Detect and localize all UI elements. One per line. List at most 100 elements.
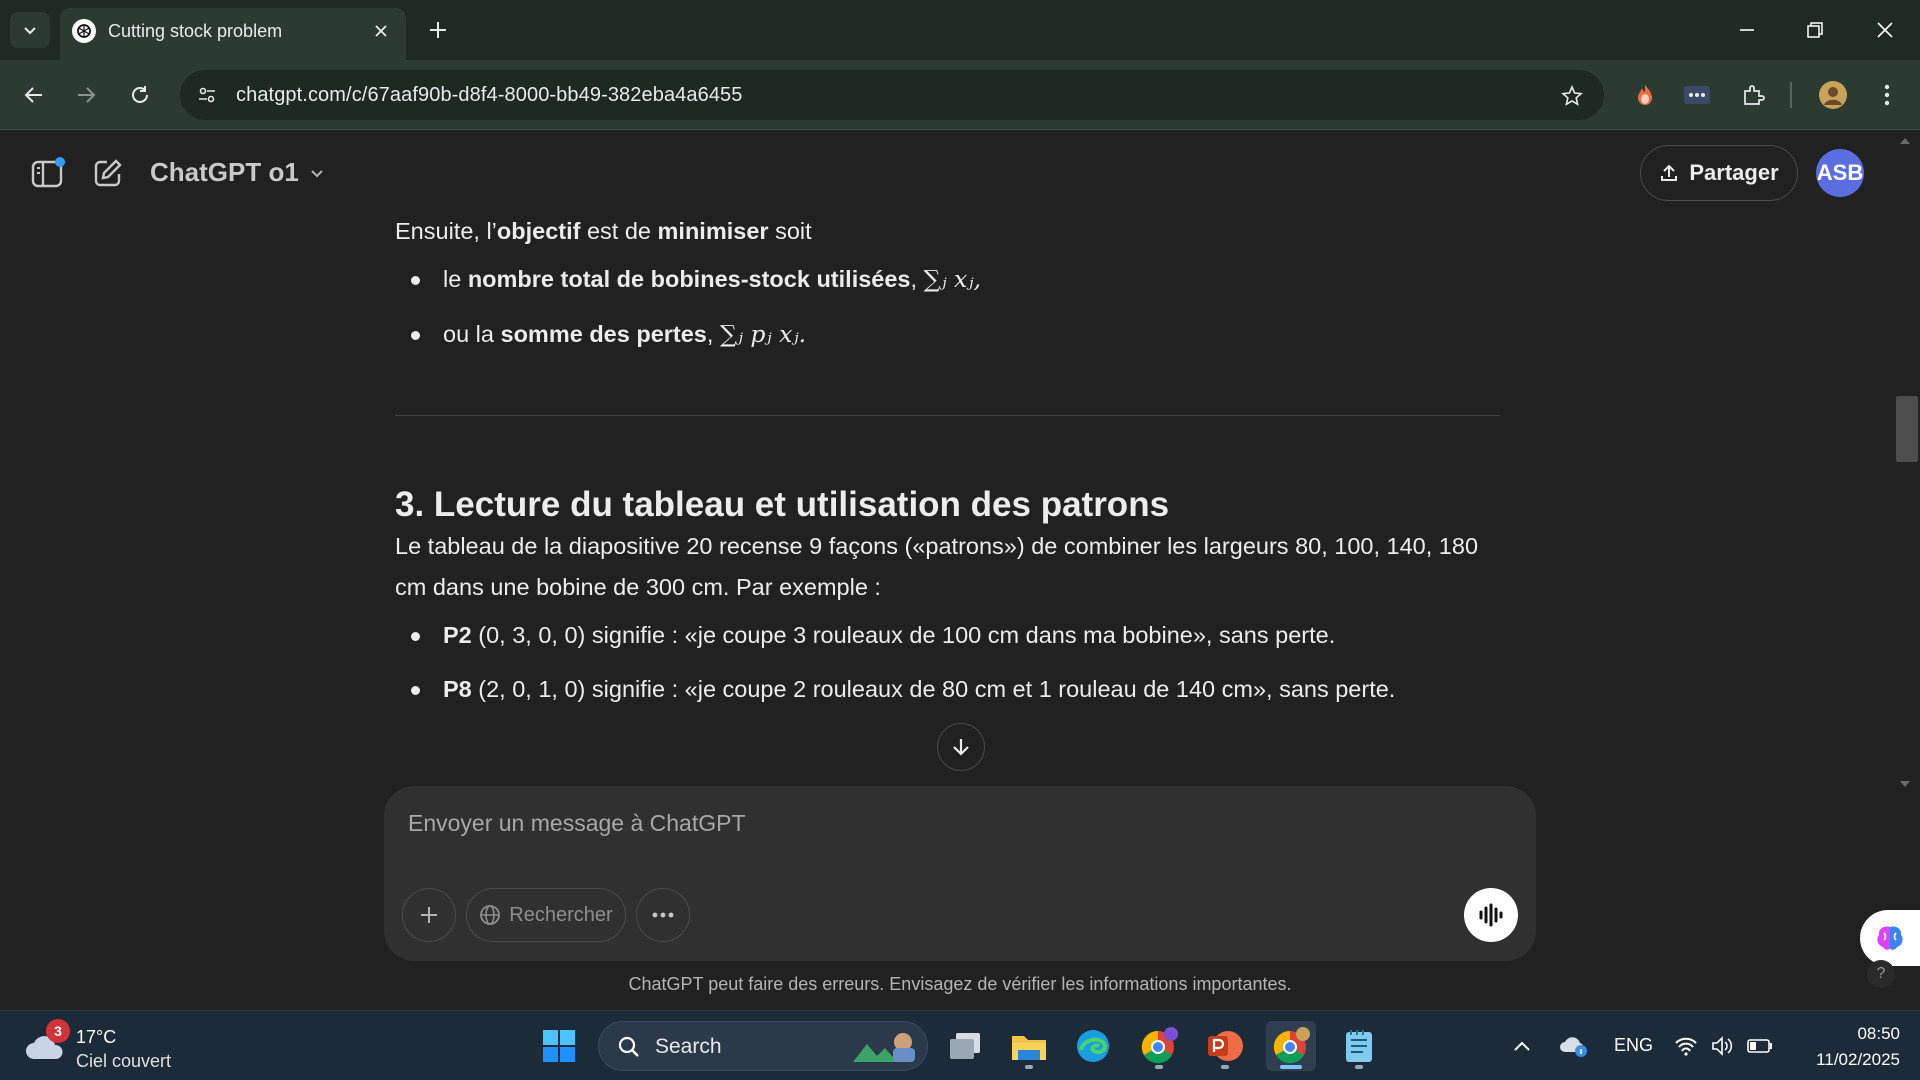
item-bold: nombre total de bobines-stock utilisées [467,266,911,293]
task-view-icon [950,1033,980,1059]
wifi-tray-icon[interactable] [1666,1021,1706,1071]
bookmark-star-icon[interactable] [1558,82,1586,110]
battery-tray-icon[interactable] [1742,1021,1778,1071]
show-hidden-icons-button[interactable] [1502,1021,1542,1071]
disclaimer-text: ChatGPT peut faire des erreurs. Envisage… [628,974,1292,994]
more-tools-button[interactable] [636,888,690,942]
tab-search-button[interactable] [10,12,50,48]
address-bar[interactable]: chatgpt.com/c/67aaf90b-d8f4-8000-bb49-38… [180,70,1604,120]
weather-widget[interactable]: 3 17°C Ciel couvert [24,1019,194,1073]
profile-avatar-icon[interactable] [1814,76,1852,114]
browser-toolbar: chatgpt.com/c/67aaf90b-d8f4-8000-bb49-38… [0,60,1920,130]
onedrive-tray-icon[interactable] [1552,1021,1596,1071]
volume-tray-icon[interactable] [1704,1021,1740,1071]
voice-mode-button[interactable] [1464,888,1518,942]
chrome-menu-button[interactable] [1868,76,1906,114]
list-item: le nombre total de bobines-stock utilisé… [395,258,1500,300]
scrollbar-down-arrow[interactable] [1900,781,1910,787]
message-composer[interactable]: Envoyer un message à ChatGPT Rechercher [384,786,1536,961]
sidebar-toggle-button[interactable] [26,151,70,195]
reload-button[interactable] [120,75,160,115]
plus-icon [421,907,437,923]
user-avatar[interactable]: ASB [1816,149,1864,197]
minimize-icon [1740,29,1754,31]
item-text: ou la [443,320,501,347]
taskbar-file-explorer[interactable] [1004,1021,1054,1071]
search-icon [618,1036,639,1057]
running-indicator [1280,1065,1302,1069]
model-selector[interactable]: ChatGPT o1 [150,157,325,188]
new-chat-button[interactable] [86,151,130,195]
task-view-button[interactable] [940,1021,990,1071]
arrow-right-icon [78,87,96,103]
share-button[interactable]: Partager [1640,145,1798,201]
new-tab-button[interactable] [420,12,456,48]
close-icon [1877,22,1893,38]
system-clock[interactable]: 08:50 11/02/2025 [1780,1021,1900,1072]
wifi-icon [1675,1037,1697,1056]
running-indicator [1025,1065,1033,1069]
taskbar-chrome-profile-p[interactable] [1134,1021,1184,1071]
model-name: ChatGPT o1 [150,157,299,187]
extensions-puzzle-icon[interactable] [1734,76,1772,114]
pattern-text: (2, 0, 1, 0) signifie : «je coupe 2 roul… [478,676,1396,703]
language-indicator[interactable]: ENG [1614,1035,1653,1056]
edit-icon [94,159,122,187]
taskbar-search-label: Search [655,1035,722,1058]
openai-logo-icon [72,19,96,43]
message-input[interactable]: Envoyer un message à ChatGPT [408,810,746,837]
kebab-menu-icon [1884,84,1890,106]
taskbar-chrome-active[interactable] [1266,1021,1316,1071]
windows-logo-icon [543,1030,575,1062]
voice-wave-icon [1479,903,1503,927]
brain-icon [1877,926,1903,950]
scroll-to-bottom-button[interactable] [937,723,985,771]
section-paragraph: Le tableau de la diapositive 20 recense … [395,532,1479,601]
forward-button[interactable] [66,75,106,115]
section-heading: 3. Lecture du tableau et utilisation des… [395,484,1170,524]
weather-badge: 3 [46,1019,70,1043]
math-formula: ∑ⱼ xⱼ, [923,265,981,294]
extension-dots-icon[interactable] [1678,76,1716,114]
scrollbar-up-arrow[interactable] [1900,138,1910,144]
tab-close-button[interactable] [368,18,394,44]
taskbar-powerpoint[interactable] [1200,1021,1250,1071]
site-info-icon[interactable] [192,80,222,110]
back-button[interactable] [14,75,54,115]
upload-icon [1661,164,1678,181]
item-bold: somme des pertes [500,320,707,347]
reload-icon [132,86,148,103]
browser-tabstrip: Cutting stock problem [0,0,1920,60]
restore-button[interactable] [1792,10,1838,50]
pattern-label: P8 [443,676,472,703]
assistant-message: Ensuite, l’objectif est de minimiser soi… [395,210,1500,770]
list-item: P2 (0, 3, 0, 0) signifie : «je coupe 3 r… [395,614,1500,656]
minimize-button[interactable] [1724,10,1770,50]
tab-title: Cutting stock problem [108,21,283,41]
intro-text: soit [768,218,812,244]
cloud-info-icon [1560,1037,1587,1057]
taskbar-edge[interactable] [1068,1021,1118,1071]
extension-fire-icon[interactable] [1626,76,1664,114]
intro-bold-objectif: objectif [496,218,581,244]
browser-tab-active[interactable]: Cutting stock problem [60,8,406,60]
search-web-button[interactable]: Rechercher [466,888,626,942]
item-text: le [443,266,468,293]
close-icon [375,25,387,37]
help-button[interactable]: ? [1867,960,1895,988]
volume-icon [1712,1036,1733,1056]
powerpoint-icon [1208,1031,1243,1061]
sidebar-icon [31,157,65,188]
windows-taskbar: 3 17°C Ciel couvert Search ENG 08:50 11/… [0,1010,1920,1080]
assistant-extension-widget[interactable] [1860,910,1920,966]
running-indicator [1155,1065,1163,1069]
taskbar-notepad[interactable] [1334,1021,1384,1071]
close-window-button[interactable] [1862,10,1908,50]
start-button[interactable] [534,1021,584,1071]
search-highlight-icon [853,1033,915,1062]
attach-button[interactable] [402,888,456,942]
objective-intro: Ensuite, l’objectif est de minimiser soi… [395,210,1500,252]
chevron-down-icon [24,27,36,35]
taskbar-search[interactable]: Search [598,1021,928,1071]
scrollbar-thumb[interactable] [1896,396,1918,462]
